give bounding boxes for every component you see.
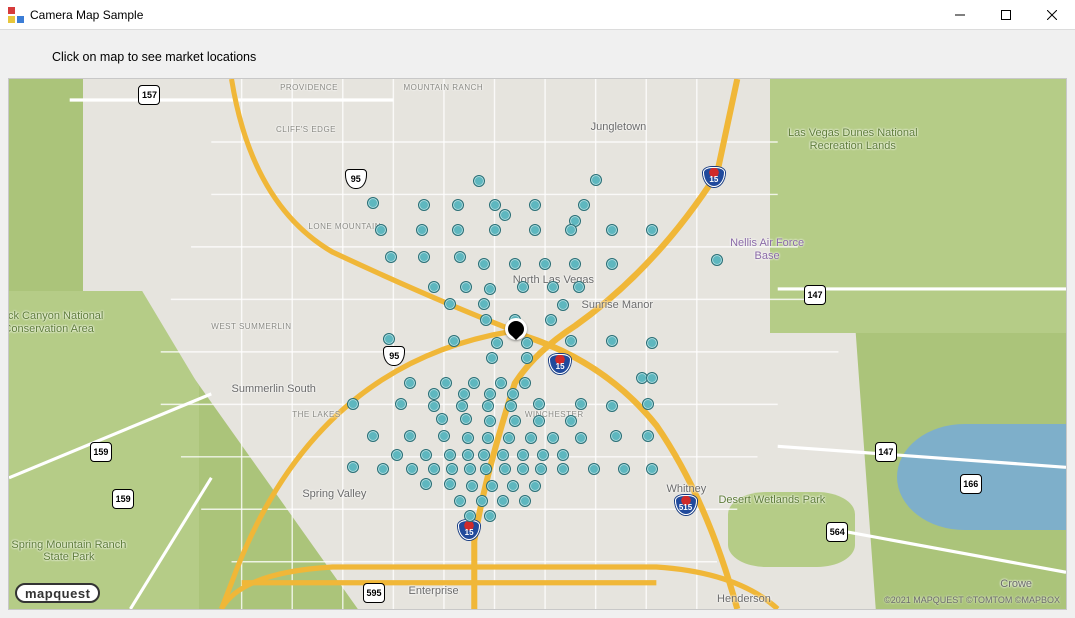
- camera-marker[interactable]: [610, 430, 622, 442]
- camera-marker[interactable]: [539, 258, 551, 270]
- camera-marker[interactable]: [557, 449, 569, 461]
- camera-marker[interactable]: [420, 449, 432, 461]
- camera-marker[interactable]: [416, 224, 428, 236]
- camera-marker[interactable]: [438, 430, 450, 442]
- camera-marker[interactable]: [464, 510, 476, 522]
- camera-marker[interactable]: [489, 199, 501, 211]
- camera-marker[interactable]: [452, 199, 464, 211]
- camera-marker[interactable]: [444, 449, 456, 461]
- map-brand-badge: mapquest: [15, 583, 100, 603]
- map-container: 9595151515515157159159147147166564595 La…: [8, 78, 1067, 610]
- camera-marker[interactable]: [509, 258, 521, 270]
- instruction-label: Click on map to see market locations: [8, 38, 1067, 78]
- camera-marker[interactable]: [606, 258, 618, 270]
- camera-marker[interactable]: [537, 449, 549, 461]
- map-roads: [9, 79, 1066, 609]
- camera-marker[interactable]: [606, 224, 618, 236]
- camera-marker[interactable]: [507, 388, 519, 400]
- window-title: Camera Map Sample: [30, 8, 143, 22]
- camera-marker[interactable]: [478, 298, 490, 310]
- camera-marker[interactable]: [499, 463, 511, 475]
- camera-marker[interactable]: [444, 298, 456, 310]
- camera-marker[interactable]: [428, 281, 440, 293]
- titlebar: Camera Map Sample: [0, 0, 1075, 30]
- maximize-button[interactable]: [983, 0, 1029, 30]
- camera-marker[interactable]: [454, 495, 466, 507]
- camera-marker[interactable]: [547, 281, 559, 293]
- camera-marker[interactable]: [367, 197, 379, 209]
- minimize-button[interactable]: [937, 0, 983, 30]
- close-button[interactable]: [1029, 0, 1075, 30]
- camera-marker[interactable]: [489, 224, 501, 236]
- camera-marker[interactable]: [517, 281, 529, 293]
- camera-marker[interactable]: [517, 449, 529, 461]
- camera-marker[interactable]: [642, 430, 654, 442]
- camera-marker[interactable]: [507, 480, 519, 492]
- camera-marker[interactable]: [590, 174, 602, 186]
- client-area: Click on map to see market locations: [0, 30, 1075, 618]
- camera-marker[interactable]: [497, 495, 509, 507]
- camera-marker[interactable]: [436, 413, 448, 425]
- camera-marker[interactable]: [460, 281, 472, 293]
- camera-marker[interactable]: [557, 299, 569, 311]
- camera-marker[interactable]: [367, 430, 379, 442]
- map-attribution: ©2021 MAPQUEST ©TOMTOM ©MAPBOX: [884, 595, 1060, 605]
- camera-marker[interactable]: [588, 463, 600, 475]
- camera-marker[interactable]: [578, 199, 590, 211]
- camera-marker[interactable]: [420, 478, 432, 490]
- camera-marker[interactable]: [547, 432, 559, 444]
- camera-marker[interactable]: [509, 415, 521, 427]
- camera-marker[interactable]: [406, 463, 418, 475]
- app-icon: [8, 7, 24, 23]
- camera-marker[interactable]: [499, 209, 511, 221]
- camera-marker[interactable]: [444, 478, 456, 490]
- camera-marker[interactable]: [497, 449, 509, 461]
- camera-marker[interactable]: [529, 224, 541, 236]
- map-canvas[interactable]: 9595151515515157159159147147166564595 La…: [9, 79, 1066, 609]
- map-center-pin[interactable]: [505, 318, 527, 340]
- camera-marker[interactable]: [495, 377, 507, 389]
- camera-marker[interactable]: [428, 388, 440, 400]
- camera-marker[interactable]: [418, 199, 430, 211]
- camera-marker[interactable]: [404, 377, 416, 389]
- camera-marker[interactable]: [519, 495, 531, 507]
- camera-marker[interactable]: [521, 352, 533, 364]
- camera-marker[interactable]: [484, 510, 496, 522]
- camera-marker[interactable]: [529, 199, 541, 211]
- camera-marker[interactable]: [503, 432, 515, 444]
- camera-marker[interactable]: [404, 430, 416, 442]
- camera-marker[interactable]: [458, 388, 470, 400]
- camera-marker[interactable]: [491, 337, 503, 349]
- camera-marker[interactable]: [711, 254, 723, 266]
- camera-marker[interactable]: [525, 432, 537, 444]
- camera-marker[interactable]: [462, 449, 474, 461]
